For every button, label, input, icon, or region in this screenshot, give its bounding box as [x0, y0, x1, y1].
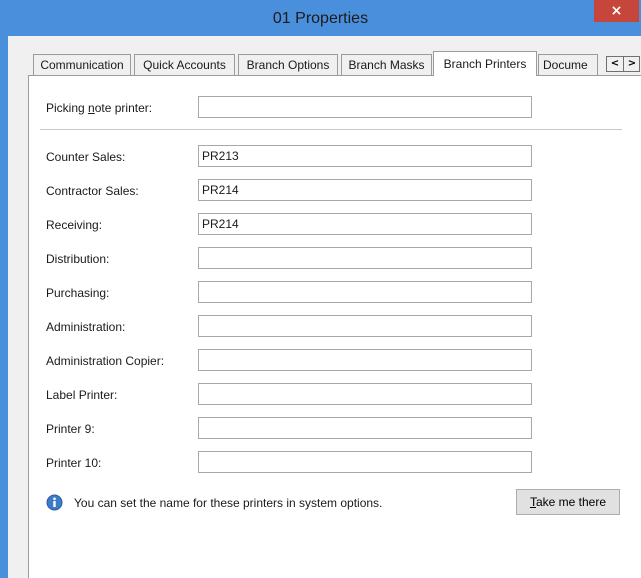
picking-note-printer-label: Picking note printer:: [46, 101, 152, 115]
tab-branch-masks[interactable]: Branch Masks: [341, 54, 432, 75]
distribution-label: Distribution:: [46, 252, 110, 266]
label-text: Picking: [46, 101, 89, 115]
printer-10-label: Printer 10:: [46, 456, 102, 470]
counter-sales-input[interactable]: [198, 145, 532, 167]
label-text: ote printer:: [94, 101, 153, 115]
chevron-right-icon[interactable]: >: [624, 57, 640, 71]
title-bar[interactable]: 01 Properties ×: [0, 0, 641, 36]
purchasing-input[interactable]: [198, 281, 532, 303]
tab-documents[interactable]: Docume: [538, 54, 598, 75]
receiving-input[interactable]: [198, 213, 532, 235]
distribution-input[interactable]: [198, 247, 532, 269]
tab-communication[interactable]: Communication: [33, 54, 131, 75]
tab-branch-options[interactable]: Branch Options: [238, 54, 338, 75]
info-icon: [46, 494, 63, 511]
info-message: You can set the name for these printers …: [74, 496, 383, 510]
purchasing-label: Purchasing:: [46, 286, 110, 300]
tab-quick-accounts[interactable]: Quick Accounts: [134, 54, 235, 75]
mnemonic-char: n: [88, 101, 95, 115]
separator: [40, 129, 622, 130]
administration-input[interactable]: [198, 315, 532, 337]
printer-10-input[interactable]: [198, 451, 532, 473]
tab-scroll-buttons: < >: [606, 56, 640, 72]
administration-label: Administration:: [46, 320, 126, 334]
printer-9-label: Printer 9:: [46, 422, 95, 436]
tab-branch-printers[interactable]: Branch Printers: [433, 51, 537, 76]
contractor-sales-input[interactable]: [198, 179, 532, 201]
label-printer-input[interactable]: [198, 383, 532, 405]
close-icon: ×: [610, 3, 623, 19]
chevron-left-icon[interactable]: <: [607, 57, 624, 71]
take-me-there-button[interactable]: Take me there: [516, 489, 620, 515]
contractor-sales-label: Contractor Sales:: [46, 184, 139, 198]
printer-9-input[interactable]: [198, 417, 532, 439]
label-printer-label: Label Printer:: [46, 388, 118, 402]
administration-copier-input[interactable]: [198, 349, 532, 371]
close-button[interactable]: ×: [594, 0, 639, 22]
counter-sales-label: Counter Sales:: [46, 150, 126, 164]
button-label: ake me there: [535, 495, 607, 509]
administration-copier-label: Administration Copier:: [46, 354, 165, 368]
window-title: 01 Properties: [272, 10, 369, 27]
receiving-label: Receiving:: [46, 218, 103, 232]
picking-note-printer-input[interactable]: [198, 96, 532, 118]
